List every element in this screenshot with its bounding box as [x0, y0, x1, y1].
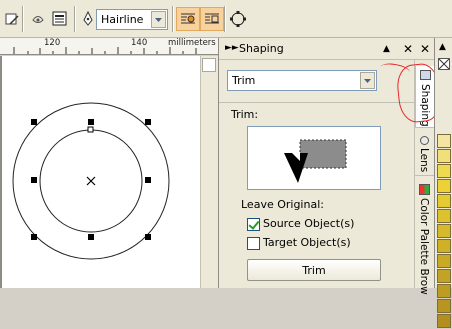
tab-label: Lens — [418, 148, 430, 173]
property-bar: Hairline — [0, 0, 452, 38]
chevron-down-icon[interactable] — [360, 72, 375, 89]
target-object-label[interactable]: Target Object(s) — [263, 236, 351, 249]
shaping-operation-select[interactable]: Trim — [227, 70, 377, 91]
horizontal-ruler: 120 140 millimeters — [0, 38, 218, 55]
outline-properties-icon[interactable] — [48, 7, 72, 31]
palette-tab-icon — [419, 184, 430, 195]
docker-header[interactable]: ►► Shaping ▲ ✕ — [219, 38, 435, 60]
trim-preview-icon — [284, 139, 347, 183]
expand-arrows-icon[interactable]: ►► — [225, 41, 239, 55]
properties-icon[interactable] — [26, 7, 50, 31]
outline-width-select[interactable]: Hairline — [96, 9, 168, 30]
convert-outline-icon[interactable] — [226, 7, 250, 31]
tab-lens[interactable]: Lens — [415, 132, 435, 176]
color-swatch[interactable] — [437, 254, 451, 268]
toolbar-separator — [22, 6, 24, 32]
ruler-label: 140 — [131, 38, 148, 48]
color-swatch[interactable] — [437, 164, 451, 178]
lens-tab-icon — [420, 136, 429, 145]
drawing-canvas[interactable] — [0, 56, 218, 288]
close-icon[interactable]: ✕ — [420, 42, 430, 56]
toolbar-separator — [172, 6, 174, 32]
leave-original-label: Leave Original: — [241, 198, 324, 211]
color-swatch[interactable] — [437, 149, 451, 163]
trim-preview — [247, 126, 381, 190]
scrollbar-thumb[interactable] — [202, 58, 216, 72]
color-swatch[interactable] — [437, 239, 451, 253]
divider — [219, 102, 415, 103]
chevron-down-icon[interactable] — [151, 11, 166, 28]
color-swatch[interactable] — [437, 134, 451, 148]
source-object-label[interactable]: Source Object(s) — [263, 217, 354, 230]
section-label: Trim: — [231, 108, 259, 121]
edit-icon[interactable] — [0, 7, 24, 31]
color-swatch[interactable] — [437, 194, 451, 208]
color-swatch[interactable] — [437, 314, 451, 328]
vertical-scrollbar[interactable] — [200, 56, 218, 288]
color-swatch[interactable] — [437, 224, 451, 238]
docker-title: Shaping — [239, 42, 284, 55]
target-object-checkbox[interactable] — [247, 237, 260, 250]
ruler-units: millimeters — [168, 38, 216, 48]
no-fill-swatch[interactable] — [438, 58, 450, 70]
source-object-checkbox[interactable] — [247, 218, 260, 231]
docker-body: Trim Trim: Leave Original: Source Object… — [219, 60, 415, 288]
color-swatch[interactable] — [437, 179, 451, 193]
selected-shapes[interactable] — [0, 56, 218, 288]
trim-button[interactable]: Trim — [247, 259, 381, 281]
close-icon[interactable]: ✕ — [403, 42, 413, 56]
color-swatch[interactable] — [437, 269, 451, 283]
shaping-operation-value: Trim — [232, 74, 256, 87]
color-swatch[interactable] — [437, 299, 451, 313]
tab-color-palette-browser[interactable]: Color Palette Brow — [415, 180, 435, 295]
vertical-ruler — [0, 56, 2, 288]
palette-scroll-up-icon[interactable]: ▲ — [439, 42, 446, 52]
color-swatch[interactable] — [437, 284, 451, 298]
wrap-text-icon[interactable] — [176, 7, 200, 31]
ruler-label: 120 — [44, 38, 61, 48]
collapse-arrow-icon[interactable]: ▲ — [383, 42, 390, 56]
color-palette: ▲ — [434, 38, 452, 328]
outline-width-value: Hairline — [101, 13, 144, 26]
palette-swatches — [437, 134, 451, 329]
tab-label: Color Palette Brow — [418, 198, 430, 295]
text-to-path-icon[interactable] — [200, 7, 224, 31]
color-swatch[interactable] — [437, 209, 451, 223]
